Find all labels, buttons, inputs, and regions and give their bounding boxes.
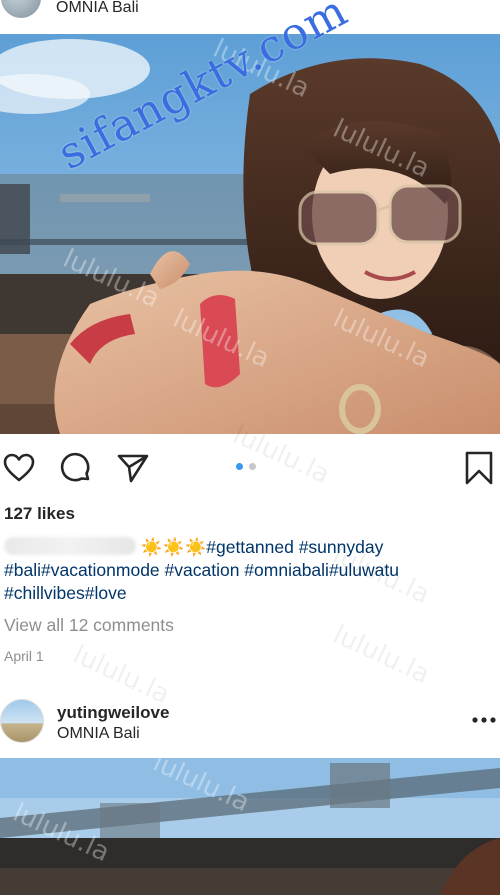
post-location[interactable]: OMNIA Bali bbox=[57, 725, 140, 743]
caption-username-blurred[interactable] bbox=[4, 537, 136, 555]
comment-icon bbox=[60, 452, 90, 482]
paper-plane-icon bbox=[117, 454, 149, 483]
save-button[interactable] bbox=[462, 451, 496, 485]
post-location[interactable]: OMNIA Bali bbox=[56, 0, 139, 17]
heart-icon bbox=[3, 453, 35, 482]
post-photo[interactable]: lululu.la lululu.la bbox=[0, 758, 500, 895]
hashtag-line[interactable]: #chillvibes#love bbox=[4, 583, 127, 603]
sun-emoji: ☀️☀️☀️ bbox=[140, 537, 207, 557]
avatar[interactable] bbox=[1, 0, 41, 18]
bookmark-icon bbox=[465, 451, 493, 485]
post-photo-art bbox=[0, 34, 500, 434]
likes-count[interactable]: 127 likes bbox=[4, 504, 75, 524]
more-options-button[interactable] bbox=[468, 708, 500, 732]
hashtag-line[interactable]: #bali#vacationmode #vacation #omniabali#… bbox=[4, 560, 399, 580]
more-dots-icon bbox=[472, 717, 496, 723]
share-button[interactable] bbox=[116, 451, 150, 485]
comment-button[interactable] bbox=[59, 451, 93, 485]
avatar[interactable] bbox=[0, 699, 44, 743]
watermark: lululu.la bbox=[328, 619, 435, 691]
post-photo[interactable]: lululu.la lululu.la lululu.la lululu.la … bbox=[0, 34, 500, 434]
like-button[interactable] bbox=[2, 451, 36, 485]
post-photo-art bbox=[0, 758, 500, 895]
carousel-dot-active bbox=[236, 463, 243, 470]
post-timestamp: April 1 bbox=[4, 648, 44, 664]
watermark: lululu.la bbox=[68, 639, 175, 711]
carousel-indicator bbox=[236, 463, 256, 470]
carousel-dot bbox=[249, 463, 256, 470]
post-username[interactable]: yutingweilove bbox=[57, 703, 169, 723]
caption: ☀️☀️☀️#gettanned #sunnyday #bali#vacatio… bbox=[4, 536, 494, 605]
view-comments-link[interactable]: View all 12 comments bbox=[4, 615, 174, 636]
hashtag-line[interactable]: #gettanned #sunnyday bbox=[206, 537, 383, 557]
